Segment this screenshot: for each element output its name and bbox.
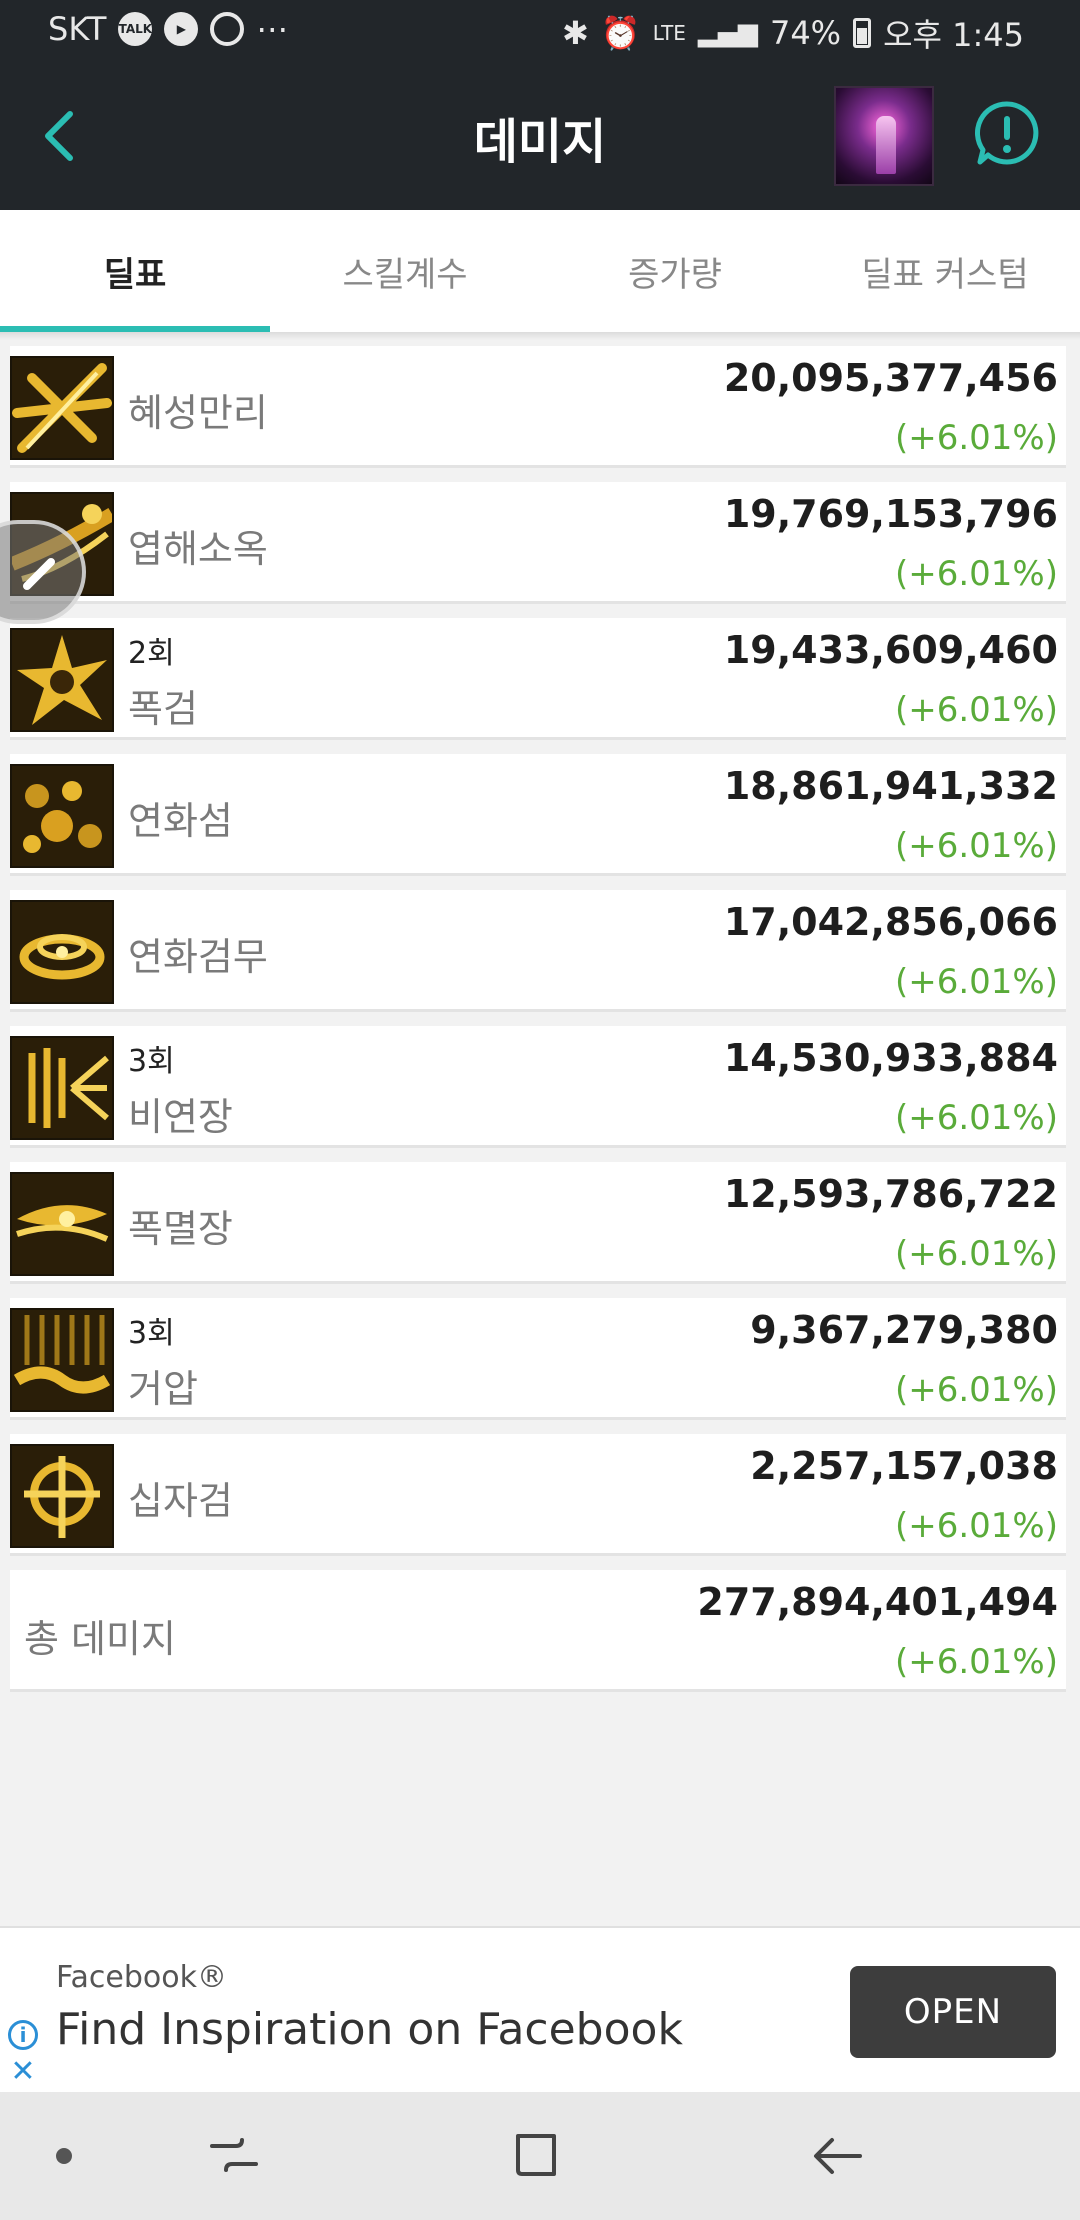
burst-sword-skill-icon xyxy=(10,628,114,732)
skill-row[interactable]: 연화검무 17,042,856,066 (+6.01%) xyxy=(10,890,1066,1012)
hit-count: 3회 xyxy=(128,1316,175,1351)
back-arrow-icon xyxy=(814,2138,862,2174)
skill-name: 연화검무 xyxy=(128,935,268,979)
app-header: 데미지 xyxy=(0,62,1080,210)
character-avatar[interactable] xyxy=(834,86,934,186)
damage-change: (+6.01%) xyxy=(894,826,1058,866)
damage-value: 2,257,157,038 xyxy=(750,1444,1058,1488)
alert-speech-icon[interactable] xyxy=(974,100,1040,166)
system-nav-bar xyxy=(0,2092,1080,2220)
skill-row[interactable]: 3회 거압 9,367,279,380 (+6.01%) xyxy=(10,1298,1066,1420)
lotus-flash-skill-icon xyxy=(10,764,114,868)
damage-change: (+6.01%) xyxy=(894,554,1058,594)
tab-damage-custom[interactable]: 딜표 커스텀 xyxy=(810,210,1080,332)
damage-value: 20,095,377,456 xyxy=(723,356,1058,400)
tab-damage-table[interactable]: 딜표 xyxy=(0,210,270,332)
damage-value: 19,433,609,460 xyxy=(723,628,1058,672)
cross-sword-skill-icon xyxy=(10,1444,114,1548)
back-nav-button[interactable] xyxy=(810,2128,866,2184)
lotus-dance-skill-icon xyxy=(10,900,114,1004)
tab-increase[interactable]: 증가량 xyxy=(540,210,810,332)
tab-bar: 딜표 스킬계수 증가량 딜표 커스텀 xyxy=(0,210,1080,332)
status-right: ✱ ⏰ LTE ▂▄▆ 74% 오후 1:45 xyxy=(562,10,1024,56)
nav-dot-icon[interactable] xyxy=(56,2148,72,2164)
close-icon[interactable]: ✕ xyxy=(8,2054,38,2089)
total-damage-row: 총 데미지 277,894,401,494 (+6.01%) xyxy=(10,1570,1066,1692)
skill-name: 연화섬 xyxy=(128,799,233,843)
home-button[interactable] xyxy=(508,2128,564,2184)
bluetooth-icon: ✱ xyxy=(562,14,589,52)
status-left: SKT TALK ▶ ⋯ xyxy=(48,10,288,48)
sync-icon xyxy=(210,12,245,46)
hit-count: 2회 xyxy=(128,636,175,671)
skill-name: 폭검 xyxy=(128,687,198,731)
total-damage-value: 277,894,401,494 xyxy=(697,1580,1058,1624)
skill-row[interactable]: 십자검 2,257,157,038 (+6.01%) xyxy=(10,1434,1066,1556)
skill-name: 엽해소옥 xyxy=(128,527,268,571)
damage-change: (+6.01%) xyxy=(894,1098,1058,1138)
skill-name: 거압 xyxy=(128,1367,198,1411)
skill-name: 십자검 xyxy=(128,1479,233,1523)
damage-value: 19,769,153,796 xyxy=(723,492,1058,536)
hit-count: 3회 xyxy=(128,1044,175,1079)
damage-change: (+6.01%) xyxy=(894,418,1058,458)
skill-name: 비연장 xyxy=(128,1095,233,1139)
ad-advertiser: Facebook® xyxy=(56,1960,227,1995)
damage-value: 14,530,933,884 xyxy=(723,1036,1058,1080)
skill-row[interactable]: 폭멸장 12,593,786,722 (+6.01%) xyxy=(10,1162,1066,1284)
home-icon xyxy=(516,2134,556,2176)
comet-skill-icon xyxy=(10,356,114,460)
total-damage-label: 총 데미지 xyxy=(24,1617,176,1661)
ad-banner[interactable]: Facebook® Find Inspiration on Facebook O… xyxy=(0,1926,1080,2092)
damage-change: (+6.01%) xyxy=(894,962,1058,1002)
skill-name: 혜성만리 xyxy=(128,391,268,435)
damage-change: (+6.01%) xyxy=(894,690,1058,730)
recent-apps-icon xyxy=(210,2138,258,2172)
talk-icon: TALK xyxy=(118,12,153,46)
skill-row[interactable]: 3회 비연장 14,530,933,884 (+6.01%) xyxy=(10,1026,1066,1148)
recent-apps-button[interactable] xyxy=(206,2128,262,2184)
skill-damage-list: 혜성만리 20,095,377,456 (+6.01%) 엽해소옥 19,769… xyxy=(10,346,1066,1692)
tab-skill-coefficient[interactable]: 스킬계수 xyxy=(270,210,540,332)
destruction-palm-skill-icon xyxy=(10,1172,114,1276)
more-notifications: ⋯ xyxy=(256,10,289,48)
ad-headline[interactable]: Find Inspiration on Facebook xyxy=(56,2004,683,2055)
status-bar: SKT TALK ▶ ⋯ ✱ ⏰ LTE ▂▄▆ 74% 오후 1:45 xyxy=(0,0,1080,62)
alarm-icon: ⏰ xyxy=(600,14,641,52)
info-icon[interactable]: i xyxy=(8,2020,38,2050)
damage-value: 9,367,279,380 xyxy=(750,1308,1058,1352)
network-label: LTE xyxy=(652,21,686,45)
play-icon: ▶ xyxy=(164,12,199,46)
damage-value: 18,861,941,332 xyxy=(723,764,1058,808)
flying-palm-skill-icon xyxy=(10,1036,114,1140)
total-damage-change: (+6.01%) xyxy=(894,1642,1058,1682)
damage-change: (+6.01%) xyxy=(894,1506,1058,1546)
skill-row[interactable]: 연화섬 18,861,941,332 (+6.01%) xyxy=(10,754,1066,876)
skill-row[interactable]: 혜성만리 20,095,377,456 (+6.01%) xyxy=(10,346,1066,468)
damage-value: 12,593,786,722 xyxy=(723,1172,1058,1216)
skill-row[interactable]: 엽해소옥 19,769,153,796 (+6.01%) xyxy=(10,482,1066,604)
carrier-label: SKT xyxy=(48,10,107,48)
damage-change: (+6.01%) xyxy=(894,1370,1058,1410)
skill-row[interactable]: 2회 폭검 19,433,609,460 (+6.01%) xyxy=(10,618,1066,740)
damage-change: (+6.01%) xyxy=(894,1234,1058,1274)
skill-name: 폭멸장 xyxy=(128,1207,233,1251)
damage-value: 17,042,856,066 xyxy=(723,900,1058,944)
ad-open-button[interactable]: OPEN xyxy=(850,1966,1056,2058)
battery-icon xyxy=(853,18,872,48)
tab-divider xyxy=(0,332,1080,340)
signal-icon: ▂▄▆ xyxy=(697,18,758,48)
battery-percent: 74% xyxy=(769,14,842,52)
giant-press-skill-icon xyxy=(10,1308,114,1412)
clock: 오후 1:45 xyxy=(883,16,1024,54)
